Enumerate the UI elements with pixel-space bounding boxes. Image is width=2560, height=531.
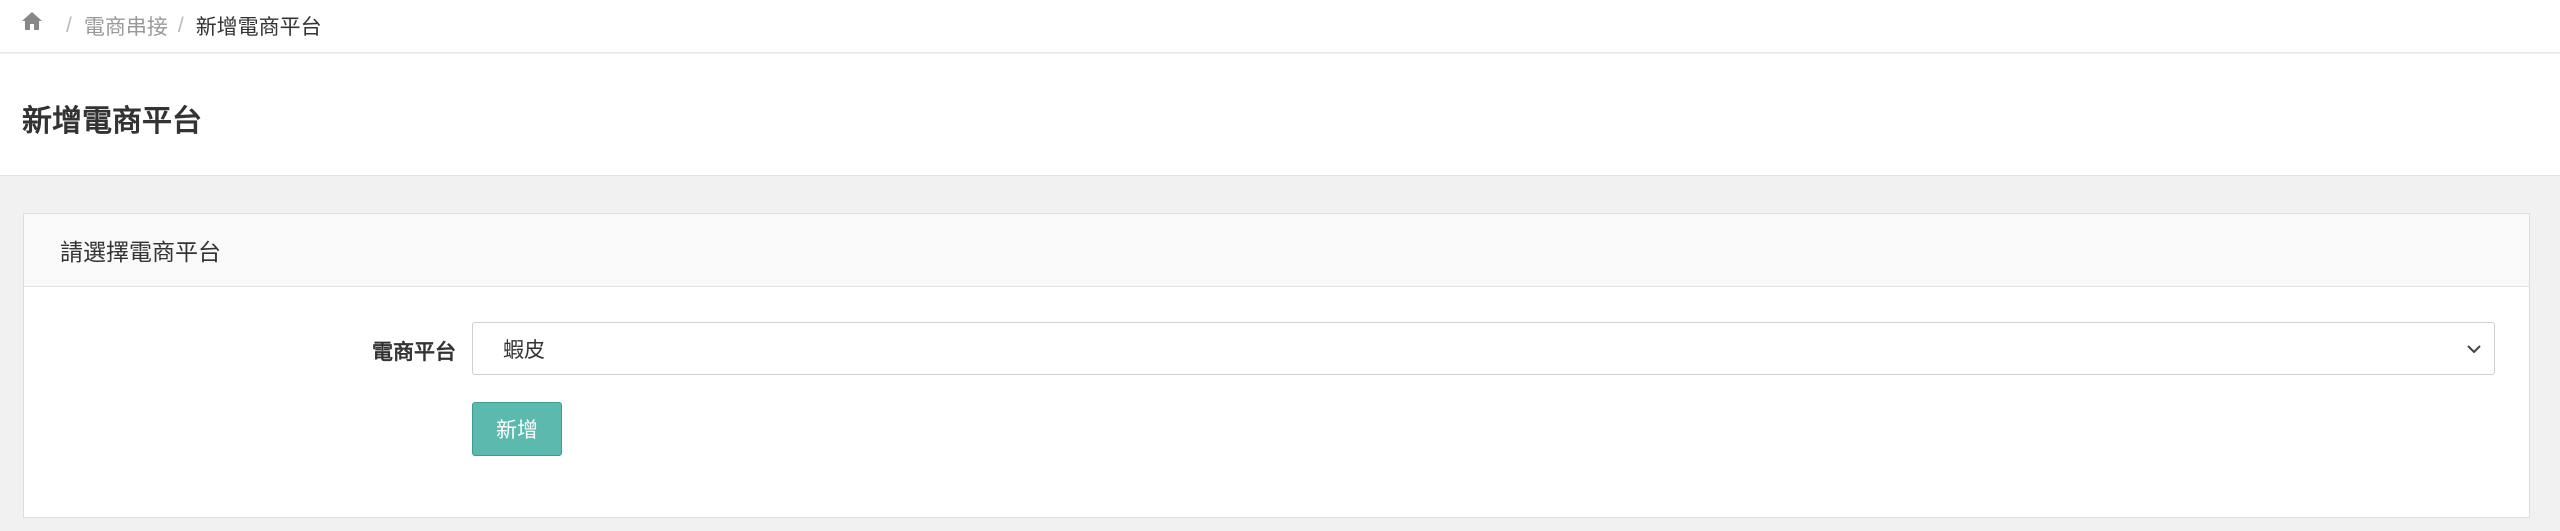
panel-heading: 請選擇電商平台 [24, 214, 2529, 287]
home-icon[interactable] [20, 12, 44, 39]
platform-panel: 請選擇電商平台 電商平台 蝦皮 新增 [23, 213, 2530, 518]
breadcrumb-separator: / [177, 14, 184, 37]
breadcrumb-current: 新增電商平台 [195, 16, 322, 39]
breadcrumb-link-ecommerce[interactable]: 電商串接 [84, 11, 168, 41]
chevron-down-icon [2467, 345, 2481, 354]
breadcrumb: / 電商串接 / 新增電商平台 [0, 0, 2560, 53]
platform-select-value: 蝦皮 [503, 338, 545, 362]
add-button[interactable]: 新增 [472, 402, 562, 456]
page-header: 新增電商平台 [0, 54, 2560, 176]
page-title: 新增電商平台 [22, 105, 202, 138]
breadcrumb-separator: / [66, 14, 72, 37]
platform-label: 電商平台 [372, 341, 456, 364]
platform-select[interactable]: 蝦皮 [472, 322, 2495, 375]
